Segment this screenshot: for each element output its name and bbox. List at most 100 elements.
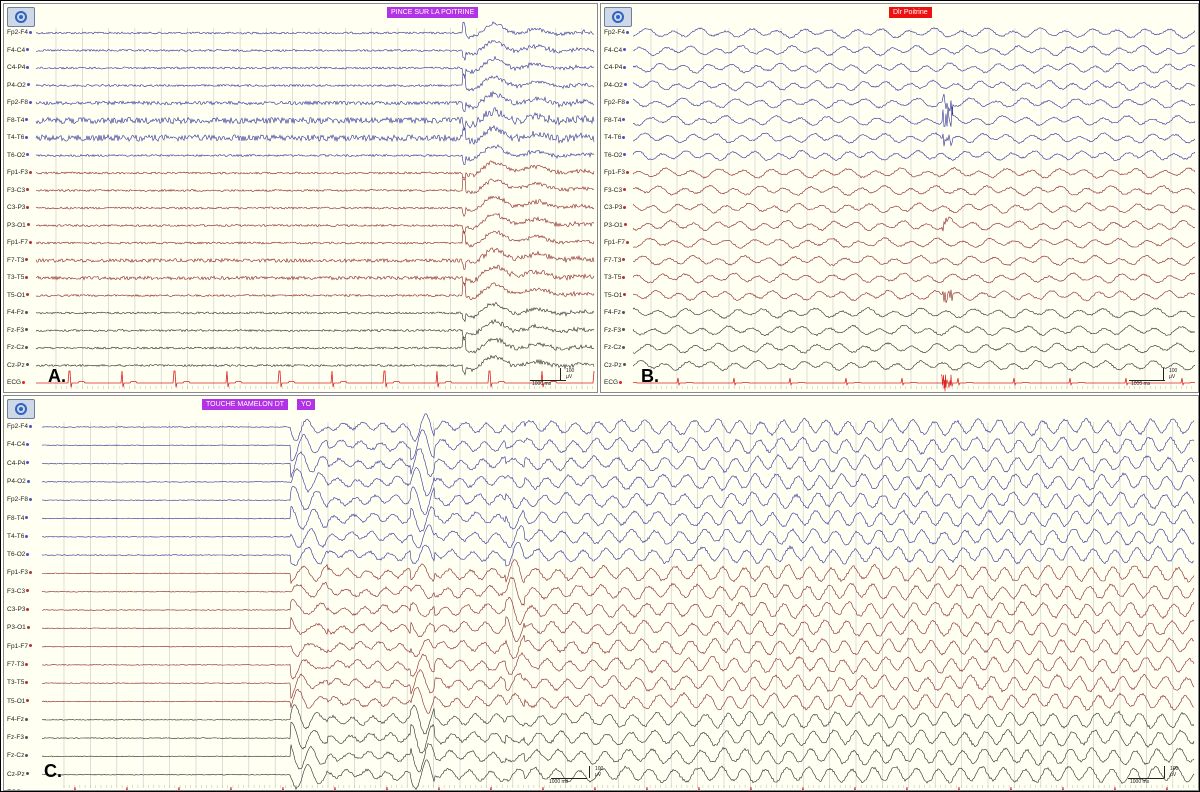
eeg-trace [42, 429, 1195, 462]
eeg-trace [41, 559, 1195, 585]
eeg-trace [632, 216, 1196, 232]
eeg-trace [41, 524, 1195, 549]
channel-label: C3-P3 [7, 606, 30, 614]
channel-label: F7-T3 [7, 661, 29, 669]
eeg-trace [35, 212, 595, 234]
eeg-trace [41, 743, 1195, 773]
eeg-trace [632, 79, 1196, 92]
panel-c: Fp2-F4 F4-C4 C4-P4 P4-O2 Fp2-F8 F8-T4 T4-T6 T6-… [3, 395, 1199, 791]
scale-time: 1000 ms [1131, 381, 1151, 387]
scale-time: 1000 ms [532, 381, 552, 387]
panel-a: Fp2-F4 F4-C4 C4-P4 P4-O2 Fp2-F8 F8-T4 T4-T6 T6-… [3, 3, 598, 393]
event-annotation: Dlr Poitrine [889, 7, 932, 18]
event-annotation: PINCE SUR LA POITRINE [387, 7, 479, 18]
channel-label: F3-C3 [604, 187, 627, 195]
settings-icon[interactable] [7, 7, 35, 27]
eeg-trace [632, 62, 1196, 74]
eeg-trace [41, 651, 1195, 680]
channel-label: Fp1-F3 [7, 570, 32, 577]
ecg-trace [633, 377, 1195, 387]
panel-b-traces [632, 27, 1196, 392]
channel-label: ECG [604, 379, 623, 387]
channel-label: T6-O2 [7, 152, 30, 160]
eeg-trace [632, 341, 1196, 354]
eeg-trace [632, 324, 1196, 337]
eeg-trace [35, 144, 595, 165]
eeg-trace [35, 125, 595, 145]
channel-label: F4-Fz [7, 309, 28, 317]
eeg-trace [41, 704, 1195, 735]
eeg-trace [35, 160, 595, 181]
eeg-trace [41, 687, 1194, 714]
panel-b: Fp2-F4 F4-C4 C4-P4 P4-O2 Fp2-F8 F8-T4 T4-T6 T6-… [600, 3, 1199, 393]
channel-label: F8-T4 [604, 117, 626, 125]
eeg-trace [41, 467, 1195, 497]
eeg-trace [632, 237, 1196, 249]
event-annotation: TOUCHE MAMELON DT [202, 399, 289, 410]
channel-label: Fp2-F8 [604, 99, 629, 107]
channel-label: Fp2-F4 [7, 29, 32, 37]
channel-label: C3-P3 [604, 204, 627, 212]
eeg-trace [35, 281, 595, 301]
eeg-trace [632, 132, 1196, 147]
eeg-trace [42, 721, 1195, 754]
panel-label: B. [641, 366, 659, 386]
channel-label: Fz-F3 [7, 735, 28, 742]
channel-label: Fp1-F3 [7, 169, 32, 177]
eeg-figure: Fp2-F4 F4-C4 C4-P4 P4-O2 Fp2-F8 F8-T4 T4-T6 T6-… [0, 0, 1200, 792]
eeg-trace [632, 359, 1196, 372]
channel-label: Fz-Cz [604, 344, 626, 352]
scale-amplitude: 100 µV [1170, 766, 1179, 778]
channel-label: Fz-Cz [7, 344, 29, 352]
eeg-trace [632, 202, 1196, 214]
channel-label: F7-T3 [7, 257, 29, 265]
channel-label: P3-O1 [7, 222, 30, 230]
ecg-trace [74, 786, 1168, 790]
eeg-trace [632, 289, 1196, 304]
eeg-trace [41, 669, 1195, 700]
channel-label: Fp2-F4 [7, 423, 32, 431]
eeg-trace [632, 44, 1196, 57]
eeg-trace [632, 307, 1196, 319]
channel-label: Fz-Cz [7, 753, 29, 760]
channel-label: Fp1-F3 [604, 169, 629, 177]
settings-icon[interactable] [7, 399, 35, 419]
channel-label: F7-T3 [604, 257, 626, 265]
eeg-trace [35, 335, 594, 354]
event-annotation: YO [297, 399, 316, 410]
channel-label: T4-T6 [7, 134, 29, 142]
ecg-trace [36, 370, 595, 388]
eeg-trace [632, 27, 1196, 39]
eeg-trace [35, 90, 595, 112]
scale-amplitude: 100 µV [595, 766, 604, 778]
settings-icon[interactable] [604, 7, 632, 27]
channel-label: P3-O1 [604, 222, 627, 230]
eeg-trace [36, 195, 595, 217]
channel-label: P4-O2 [604, 82, 627, 90]
channel-label: F4-C4 [604, 47, 627, 55]
channel-label: F3-C3 [7, 187, 30, 195]
eeg-trace [41, 616, 1195, 642]
channel-label: T5-O1 [604, 292, 627, 300]
channel-label: Cz-Pz [7, 771, 29, 779]
channel-label: P4-O2 [7, 82, 30, 90]
channel-label: T4-T6 [7, 533, 29, 541]
eeg-trace [632, 106, 1196, 128]
scale-time: 1000 ms [549, 779, 569, 785]
eeg-trace [35, 176, 595, 195]
channel-label: T5-O1 [7, 292, 30, 300]
scale-time: 1000 ms [1130, 779, 1150, 785]
channel-label: Fp2-F4 [604, 29, 629, 37]
channel-label: F8-T4 [7, 515, 29, 523]
eeg-trace [35, 55, 595, 79]
eeg-trace [41, 576, 1195, 606]
channel-label: Cz-Pz [604, 362, 626, 370]
eeg-trace [41, 485, 1195, 515]
eeg-trace [632, 167, 1196, 179]
eeg-trace [35, 247, 595, 271]
channel-label: Cz-Pz [7, 362, 29, 370]
eeg-trace [41, 506, 1195, 533]
eeg-trace [35, 230, 595, 248]
channel-label: F4-C4 [7, 47, 30, 55]
eeg-trace [632, 93, 1196, 116]
